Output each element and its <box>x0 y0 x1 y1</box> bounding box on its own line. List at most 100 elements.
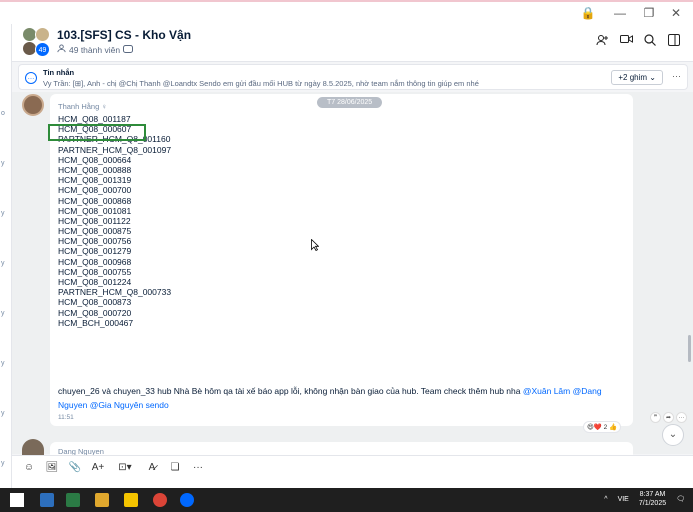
chat-header: 49 103.[SFS] CS - Kho Vận 49 thành viên <box>12 24 693 62</box>
hub-code-line: HCM_Q08_000755 <box>58 266 132 277</box>
clock[interactable]: 8:37 AM 7/1/2025 <box>639 490 666 508</box>
start-icon[interactable] <box>10 493 24 507</box>
like-icon[interactable]: 👍 <box>609 424 617 431</box>
hub-code-line: HCM_Q08_000756 <box>58 236 132 247</box>
pinned-title: Tin nhắn <box>43 68 75 77</box>
message-actions: ❞ ➦ ··· <box>650 412 687 423</box>
add-member-icon[interactable] <box>595 34 609 48</box>
language-indicator[interactable]: VIE <box>618 496 629 503</box>
hub-code-line: HCM_Q08_001122 <box>58 215 131 226</box>
forward-icon[interactable]: ➦ <box>663 412 674 423</box>
message-body: chuyen_26 và chuyen_33 hub Nhà Bè hôm qa… <box>58 386 602 410</box>
attachment-icon[interactable]: 📎 <box>68 462 82 473</box>
pinned-options-icon[interactable]: ··· <box>672 71 681 81</box>
scroll-to-bottom-button[interactable]: ⌄ <box>662 424 684 446</box>
file-explorer-icon[interactable] <box>95 493 109 507</box>
date-separator: T7 28/06/2025 <box>317 97 383 108</box>
message-bubble[interactable] <box>50 442 633 456</box>
hub-code-line: HCM_Q08_000875 <box>58 226 132 237</box>
zalo-icon[interactable] <box>180 493 194 507</box>
message-input[interactable] <box>12 478 693 488</box>
message-bubble[interactable]: Thanh Hằng ♀ HCM_Q08_001187 HCM_Q08_0006… <box>50 94 633 426</box>
member-avatar <box>35 27 50 42</box>
list-fragment: y <box>1 260 5 267</box>
text-format-icon[interactable]: A+ <box>91 462 105 473</box>
search-icon[interactable] <box>643 34 657 48</box>
clock-time: 8:37 AM <box>639 491 666 498</box>
calculator-icon[interactable] <box>66 493 80 507</box>
tag-icon[interactable] <box>123 44 134 55</box>
group-title: 103.[SFS] CS - Kho Vận <box>57 28 192 42</box>
hub-code-line: HCM_Q08_000873 <box>58 297 132 308</box>
close-button[interactable]: ✕ <box>665 6 687 20</box>
more-pins-label: +2 ghim <box>618 73 648 82</box>
list-fragment: y <box>1 160 5 167</box>
scrollbar-thumb[interactable] <box>688 335 691 362</box>
task-icon[interactable]: ❏ <box>168 462 182 473</box>
list-fragment: y <box>1 310 5 317</box>
hub-code-line: HCM_Q08_000888 <box>58 164 132 175</box>
hub-code-line: HCM_Q08_000720 <box>58 307 132 318</box>
mention-link[interactable]: @Xuân Lâm <box>523 386 570 396</box>
hub-code-line: PARTNER_HCM_Q8_000733 <box>58 287 172 298</box>
notification-icon[interactable]: 🗨 <box>676 495 685 503</box>
more-pins-button[interactable]: +2 ghim ⌄ <box>611 70 663 85</box>
chevron-up-icon[interactable]: ^ <box>604 496 607 503</box>
more-tools-icon[interactable]: ··· <box>191 462 205 473</box>
hub-code-line: HCM_Q08_000868 <box>58 195 132 206</box>
hub-code-line: HCM_Q08_000700 <box>58 185 132 196</box>
chrome-icon[interactable] <box>153 493 167 507</box>
chat-bubble-icon: … <box>25 72 37 84</box>
sender-avatar[interactable] <box>22 94 44 116</box>
hub-code-line: HCM_Q08_001187 <box>58 114 131 124</box>
pinned-message-bar[interactable]: … Tin nhắn Vy Trần: [⊞], Anh - chị @Chị … <box>18 64 688 90</box>
hub-code-line: HCM_Q08_001081 <box>58 205 132 216</box>
mouse-cursor-icon <box>311 238 320 254</box>
hub-code-line: PARTNER_HCM_Q8_001097 <box>58 144 172 155</box>
conversation-list-edge[interactable]: o y y y y y y y <box>0 24 12 488</box>
taskbar: ^ VIE 8:37 AM 7/1/2025 🗨 <box>0 488 693 512</box>
list-fragment: y <box>1 460 5 467</box>
sticky-notes-icon[interactable] <box>124 493 138 507</box>
clock-date: 7/1/2025 <box>638 500 667 507</box>
pinned-text: Vy Trần: [⊞], Anh - chị @Chị Thanh @Loan… <box>43 79 479 88</box>
group-avatar[interactable]: 49 <box>22 27 52 57</box>
sender-avatar[interactable] <box>22 439 44 455</box>
window-title-bar: 🔒 — ❐ ✕ <box>0 0 693 24</box>
quote-icon[interactable]: ❞ <box>650 412 661 423</box>
reaction-summary[interactable]: 😄❤️ 2 👍 <box>583 421 622 433</box>
hub-code-line: HCM_Q08_000664 <box>58 154 132 165</box>
formatting-icon[interactable]: A̷ <box>145 462 159 473</box>
maximize-button[interactable]: ❐ <box>638 6 660 20</box>
highlight-box <box>48 124 146 141</box>
mention-link[interactable]: @Gia Nguyên sendo <box>90 400 169 410</box>
list-fragment: y <box>1 410 5 417</box>
screenshot-icon[interactable]: ⊡▾ <box>114 462 136 473</box>
hub-code-line: HCM_Q08_001279 <box>58 246 132 257</box>
message-lines: HCM_Q08_001187 HCM_Q08_000607 PARTNER_HC… <box>58 114 628 328</box>
list-fragment: o <box>1 110 5 117</box>
more-options-icon[interactable]: ··· <box>676 412 687 423</box>
sticker-icon[interactable]: ☺ <box>22 462 36 473</box>
person-icon <box>57 44 66 55</box>
lock-icon[interactable]: 🔒 <box>577 6 599 20</box>
member-count-label: 49 thành viên <box>69 44 121 55</box>
hub-code-line: HCM_Q08_001319 <box>58 175 132 186</box>
app-icon[interactable] <box>40 493 54 507</box>
message-list[interactable]: Thanh Hằng ♀ HCM_Q08_001187 HCM_Q08_0006… <box>12 92 693 454</box>
message-time: 11:51 <box>58 414 74 421</box>
compose-toolbar: ☺ 🖼 📎 A+ ⊡▾ A̷ ❏ ··· <box>12 455 693 478</box>
hub-code-line: HCM_Q08_001224 <box>58 277 132 287</box>
image-icon[interactable]: 🖼 <box>45 462 59 473</box>
minimize-button[interactable]: — <box>609 6 631 20</box>
sender-name: Thanh Hằng ♀ <box>58 102 107 111</box>
chevron-down-icon: ⌄ <box>649 73 656 82</box>
member-count[interactable]: 49 thành viên <box>57 44 134 55</box>
list-fragment: y <box>1 360 5 367</box>
list-fragment: y <box>1 210 5 217</box>
hub-code-line: HCM_Q08_000968 <box>58 256 132 267</box>
video-call-icon[interactable] <box>619 34 633 48</box>
sidebar-toggle-icon[interactable] <box>667 34 681 48</box>
hub-code-line: HCM_BCH_000467 <box>58 317 134 328</box>
member-count-badge: 49 <box>35 42 50 57</box>
